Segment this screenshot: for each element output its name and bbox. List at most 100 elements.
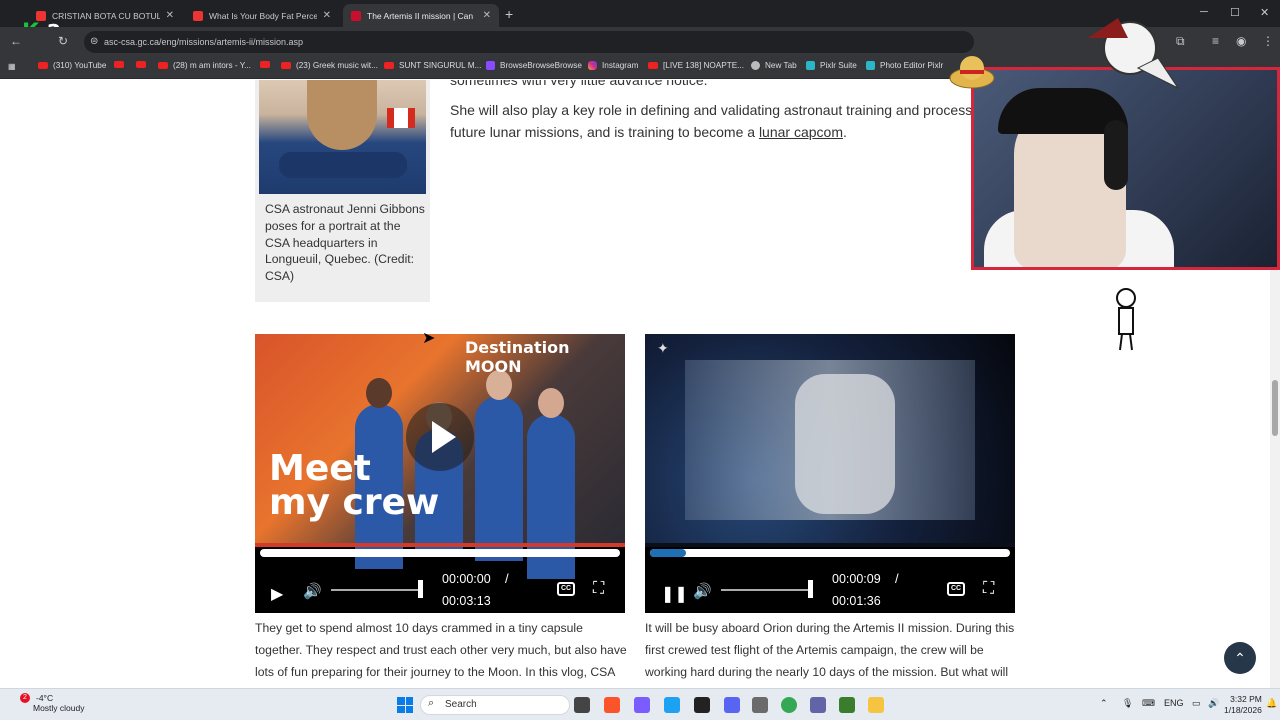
microphone-icon[interactable]: 🎙 bbox=[1122, 698, 1133, 709]
duration: 00:01:36 bbox=[832, 594, 881, 608]
bookmark-live-138[interactable]: [LIVE 138] NOAPTE... bbox=[648, 61, 744, 70]
app-icon[interactable] bbox=[664, 697, 680, 713]
youtube-icon bbox=[136, 61, 146, 68]
thumbnail-title: Destination MOON bbox=[465, 338, 570, 376]
calculator-icon[interactable] bbox=[752, 697, 768, 713]
chrome-icon[interactable] bbox=[781, 697, 797, 713]
close-icon[interactable]: ✕ bbox=[166, 10, 174, 21]
task-view-icon[interactable] bbox=[574, 697, 590, 713]
pixlr-icon bbox=[866, 61, 875, 70]
closed-captions-icon[interactable]: CC bbox=[947, 582, 965, 596]
closed-captions-icon[interactable]: CC bbox=[557, 582, 575, 596]
astronaut-suit bbox=[795, 374, 895, 514]
vegas-icon[interactable] bbox=[839, 697, 855, 713]
volume-icon[interactable]: 🔊 bbox=[303, 582, 322, 600]
youtube-icon bbox=[114, 61, 124, 68]
anime-sticker bbox=[1088, 18, 1180, 90]
paragraph-text: . bbox=[842, 124, 847, 140]
volume-icon[interactable]: 🔊 bbox=[693, 582, 712, 600]
volume-slider[interactable] bbox=[721, 589, 811, 591]
profile-icon[interactable]: ◉ bbox=[1236, 34, 1246, 48]
instagram-icon bbox=[588, 61, 597, 70]
url-field[interactable]: asc-csa.gc.ca/eng/missions/artemis-ii/mi… bbox=[84, 31, 974, 53]
weather-widget[interactable]: 2 -4°C Mostly cloudy bbox=[10, 693, 85, 713]
bookmark-yt-blank-1[interactable] bbox=[114, 61, 129, 68]
back-to-top-button[interactable]: ⌃ bbox=[1224, 642, 1256, 674]
bookmark-sunt-singurul[interactable]: SUNT SINGURUL M... bbox=[384, 61, 481, 70]
sparkle-icon: ✦ bbox=[657, 340, 669, 356]
close-icon[interactable]: ✕ bbox=[483, 10, 491, 21]
volume-slider-handle[interactable] bbox=[808, 580, 813, 598]
video-player-meet-my-crew[interactable]: Destination MOON Meet my crew ▶ 🔊 00:00:0… bbox=[255, 334, 625, 613]
fullscreen-icon[interactable]: ⛶ bbox=[983, 580, 994, 598]
speaker-icon[interactable]: 🔊 bbox=[1208, 698, 1219, 709]
video-1-description: They get to spend almost 10 days crammed… bbox=[255, 621, 627, 679]
big-play-button[interactable] bbox=[406, 403, 474, 471]
discord-icon[interactable] bbox=[724, 697, 740, 713]
tray-chevron-icon[interactable]: ⌃ bbox=[1100, 698, 1108, 709]
bookmark-yt-blank-3[interactable] bbox=[260, 61, 275, 68]
lunar-capcom-link[interactable]: lunar capcom bbox=[759, 124, 843, 140]
language-indicator[interactable]: ENG bbox=[1164, 698, 1184, 708]
windows-start-icon[interactable] bbox=[397, 697, 413, 713]
bookmark-photo-editor[interactable]: Photo Editor Pixlr bbox=[866, 61, 943, 70]
notification-badge: 2 bbox=[20, 693, 30, 703]
tab-body-fat[interactable]: What Is Your Body Fat Percenta ✕ bbox=[185, 4, 339, 27]
reload-icon[interactable]: ↻ bbox=[58, 34, 68, 48]
bookmark-label: (310) YouTube bbox=[53, 61, 107, 70]
keyboard-icon[interactable]: ⌨ bbox=[1142, 698, 1155, 709]
video-progress-bar[interactable] bbox=[650, 549, 1010, 557]
bookmark-label: Instagram bbox=[602, 61, 639, 70]
more-menu-icon[interactable]: ⋮ bbox=[1262, 34, 1274, 48]
pause-icon[interactable]: ❚❚ bbox=[661, 584, 688, 604]
taskbar-search[interactable]: Search bbox=[420, 695, 570, 715]
system-clock[interactable]: 3:32 PM 1/18/2026 bbox=[1224, 694, 1262, 716]
site-info-icon[interactable]: ⊜ bbox=[90, 36, 98, 47]
brave-icon[interactable] bbox=[604, 697, 620, 713]
current-time: 00:00:00 bbox=[442, 572, 491, 586]
thumbnail-headline: Meet my crew bbox=[269, 451, 440, 523]
tab-artemis[interactable]: The Artemis II mission | Can ✕ bbox=[343, 4, 499, 27]
bookmark-yt-blank-2[interactable] bbox=[136, 61, 151, 68]
tab-label: CRISTIAN BOTA CU BOTUL PE P bbox=[52, 10, 160, 21]
straw-hat-sticker bbox=[949, 56, 995, 89]
portrait-arms bbox=[279, 152, 407, 178]
bookmark-label: Pixlr Suite bbox=[820, 61, 857, 70]
scrollbar-thumb[interactable] bbox=[1272, 380, 1278, 436]
file-explorer-icon[interactable] bbox=[868, 697, 884, 713]
paragraph-top-line: sometimes with very little advance notic… bbox=[450, 80, 708, 88]
bookmark-pixlr-suite[interactable]: Pixlr Suite bbox=[806, 61, 857, 70]
fullscreen-icon[interactable]: ⛶ bbox=[593, 580, 604, 598]
headline-line-2: my crew bbox=[269, 482, 440, 523]
back-icon[interactable]: ← bbox=[10, 34, 22, 48]
bookmark-youtube[interactable]: (310) YouTube bbox=[38, 61, 106, 70]
teams-icon[interactable] bbox=[810, 697, 826, 713]
bookmark-label: Photo Editor Pixlr bbox=[880, 61, 944, 70]
close-icon[interactable]: ✕ bbox=[323, 10, 331, 21]
display-icon[interactable]: ▭ bbox=[1192, 698, 1201, 709]
video-progress-bar[interactable] bbox=[260, 549, 620, 557]
bookmark-m-am-intors[interactable]: (28) m am intors - Y... bbox=[158, 61, 251, 70]
obs-icon[interactable] bbox=[694, 697, 710, 713]
menu-lines-icon[interactable]: ≡ bbox=[1212, 34, 1219, 48]
pixlr-icon bbox=[806, 61, 815, 70]
maximize-button[interactable]: ☐ bbox=[1230, 6, 1240, 19]
apps-icon[interactable]: ▦ bbox=[8, 61, 16, 71]
minimize-button[interactable]: ─ bbox=[1200, 6, 1208, 18]
copilot-icon[interactable] bbox=[634, 697, 650, 713]
youtube-icon bbox=[38, 62, 48, 69]
video-player-artemis-ii[interactable]: ✦ ❚❚ 🔊 00:00:09 / 00:01:36 CC ⛶ bbox=[645, 334, 1015, 613]
windows-taskbar: 2 -4°C Mostly cloudy Search ⌕ ⌃ 🎙 ⌨ ENG … bbox=[0, 688, 1280, 720]
notifications-icon[interactable]: 🔔 bbox=[1266, 698, 1277, 709]
bookmark-instagram[interactable]: Instagram bbox=[588, 61, 638, 70]
new-tab-button[interactable]: + bbox=[505, 6, 513, 22]
bookmark-greek-music[interactable]: (23) Greek music wit... bbox=[281, 61, 378, 70]
bookmark-browse[interactable]: BrowseBrowseBrowse bbox=[486, 61, 582, 70]
search-icon: ⌕ bbox=[428, 697, 435, 709]
bookmark-new-tab[interactable]: New Tab bbox=[751, 61, 797, 70]
play-icon[interactable]: ▶ bbox=[271, 584, 283, 604]
volume-slider-handle[interactable] bbox=[418, 580, 423, 598]
portrait-hair bbox=[307, 80, 377, 150]
close-window-button[interactable]: ✕ bbox=[1260, 6, 1269, 19]
volume-slider[interactable] bbox=[331, 589, 421, 591]
